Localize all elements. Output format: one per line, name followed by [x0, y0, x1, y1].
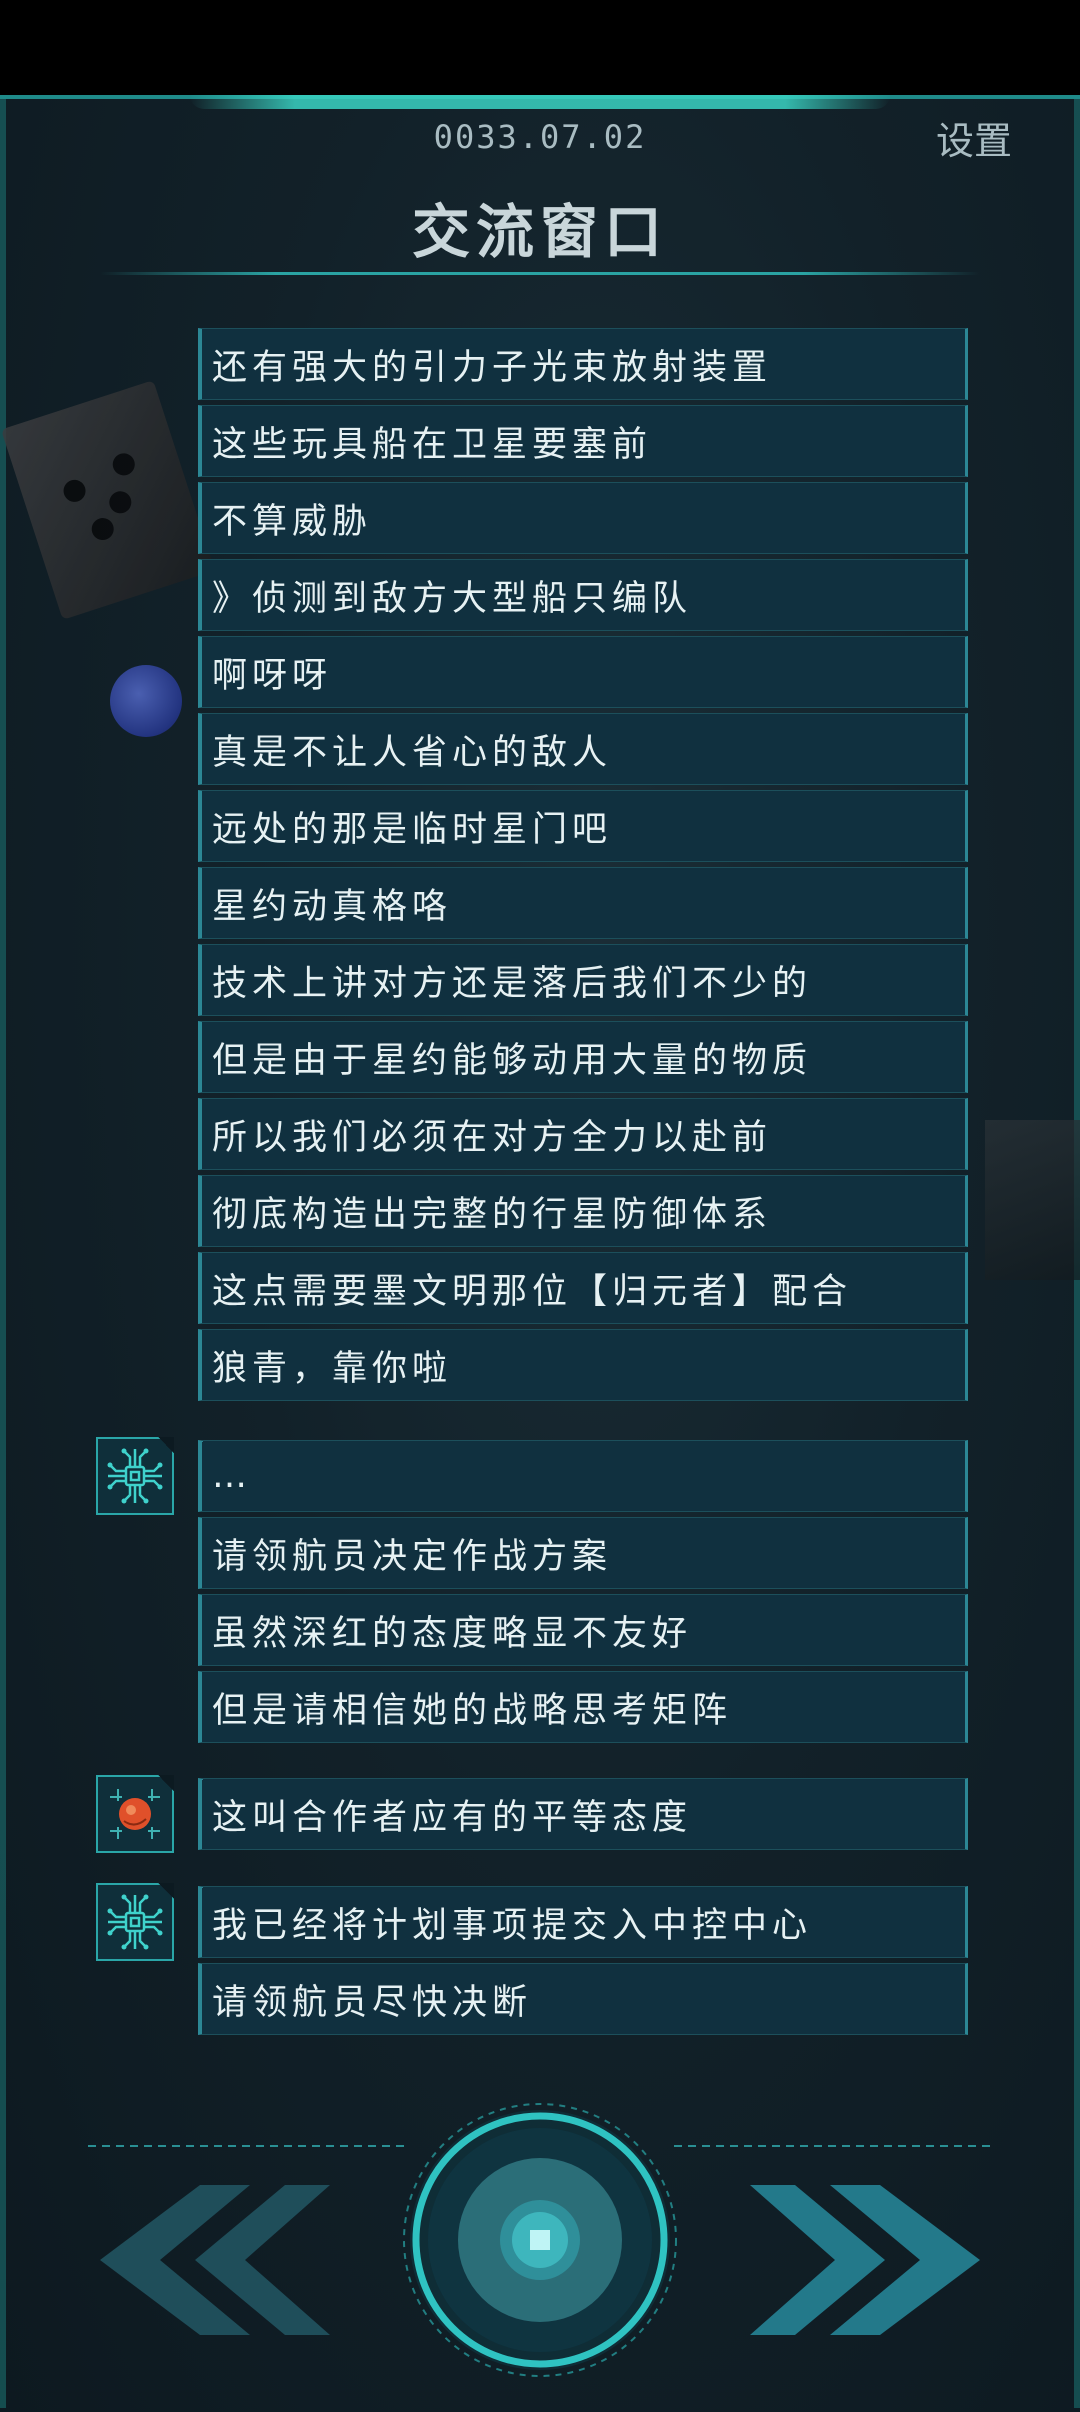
- message-text: 我已经将计划事项提交入中控中心: [212, 1905, 813, 1946]
- circuit-chip-icon: [107, 1894, 163, 1950]
- message-text: 这叫合作者应有的平等态度: [212, 1797, 693, 1838]
- next-button[interactable]: [750, 2180, 980, 2340]
- control-divider-right: [674, 2145, 994, 2147]
- message-text: 虽然深红的态度略显不友好: [212, 1613, 693, 1654]
- message-text: 星约动真格咯: [212, 886, 453, 927]
- chat-log[interactable]: 还有强大的引力子光束放射装置 这些玩具船在卫星要塞前 不算威胁 》侦测到敌方大型…: [0, 0, 1080, 2408]
- message-text: 但是由于星约能够动用大量的物质: [212, 1040, 813, 1081]
- message-text: 请领航员决定作战方案: [212, 1536, 613, 1577]
- message-bubble: 这些玩具船在卫星要塞前: [198, 405, 968, 477]
- record-button[interactable]: [400, 2100, 680, 2380]
- message-bubble: 不算威胁: [198, 482, 968, 554]
- message-bubble: 啊呀呀: [198, 636, 968, 708]
- message-text: 狼青，靠你啦: [212, 1348, 453, 1389]
- message-bubble: 星约动真格咯: [198, 867, 968, 939]
- red-circuit-orb-icon: [110, 1789, 160, 1839]
- message-text: 这些玩具船在卫星要塞前: [212, 424, 653, 465]
- message-bubble: 技术上讲对方还是落后我们不少的: [198, 944, 968, 1016]
- message-text: 不算威胁: [212, 501, 373, 542]
- message-bubble: 这点需要墨文明那位【归元者】配合: [198, 1252, 968, 1324]
- message-bubble: 我已经将计划事项提交入中控中心: [198, 1886, 968, 1958]
- message-bubble: 狼青，靠你啦: [198, 1329, 968, 1401]
- message-text: 所以我们必须在对方全力以赴前: [212, 1117, 773, 1158]
- message-text: 还有强大的引力子光束放射装置: [212, 347, 773, 388]
- message-bubble: 但是由于星约能够动用大量的物质: [198, 1021, 968, 1093]
- ai-core-avatar[interactable]: [96, 1883, 174, 1961]
- message-bubble: 这叫合作者应有的平等态度: [198, 1778, 968, 1850]
- record-button-icon: [403, 2103, 677, 2377]
- message-text: 但是请相信她的战略思考矩阵: [212, 1690, 733, 1731]
- message-text: 这点需要墨文明那位【归元者】配合: [212, 1271, 853, 1312]
- message-bubble: 》侦测到敌方大型船只编队: [198, 559, 968, 631]
- message-bubble: 还有强大的引力子光束放射装置: [198, 328, 968, 400]
- message-bubble: 真是不让人省心的敌人: [198, 713, 968, 785]
- ai-core-avatar[interactable]: [96, 1437, 174, 1515]
- red-core-avatar[interactable]: [96, 1775, 174, 1853]
- message-bubble: 请领航员决定作战方案: [198, 1517, 968, 1589]
- circuit-chip-icon: [107, 1448, 163, 1504]
- message-text: 彻底构造出完整的行星防御体系: [212, 1194, 773, 1235]
- message-text: 啊呀呀: [212, 655, 333, 696]
- message-text: 真是不让人省心的敌人: [212, 732, 613, 773]
- message-text: 》侦测到敌方大型船只编队: [212, 578, 693, 619]
- control-divider-left: [88, 2145, 406, 2147]
- message-text: …: [212, 1456, 252, 1496]
- message-text: 请领航员尽快决断: [212, 1982, 533, 2023]
- message-bubble: 但是请相信她的战略思考矩阵: [198, 1671, 968, 1743]
- message-bubble: 虽然深红的态度略显不友好: [198, 1594, 968, 1666]
- message-text: 远处的那是临时星门吧: [212, 809, 613, 850]
- message-bubble: 远处的那是临时星门吧: [198, 790, 968, 862]
- double-chevron-right-icon: [750, 2185, 980, 2335]
- double-chevron-left-icon: [100, 2185, 330, 2335]
- message-bubble: 所以我们必须在对方全力以赴前: [198, 1098, 968, 1170]
- message-bubble: 彻底构造出完整的行星防御体系: [198, 1175, 968, 1247]
- message-text: 技术上讲对方还是落后我们不少的: [212, 963, 813, 1004]
- message-bubble: …: [198, 1440, 968, 1512]
- previous-button[interactable]: [100, 2180, 330, 2340]
- message-bubble: 请领航员尽快决断: [198, 1963, 968, 2035]
